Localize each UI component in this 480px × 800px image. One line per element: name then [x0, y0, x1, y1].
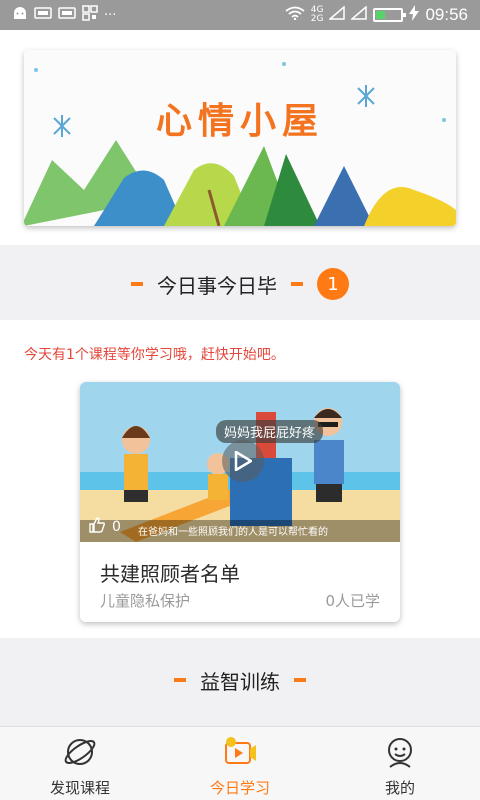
qr-icon	[82, 5, 98, 25]
face-icon	[383, 735, 417, 773]
sim-icon	[34, 7, 52, 23]
like-control[interactable]: 0	[88, 516, 121, 538]
wifi-icon	[285, 6, 305, 24]
section-title: 益智训练	[200, 669, 280, 694]
nav-label: 我的	[384, 779, 415, 797]
section-dash	[131, 282, 143, 286]
video-play-icon	[222, 735, 258, 773]
android-icon	[12, 6, 28, 24]
section-title: 今日事今日毕	[157, 273, 277, 298]
nav-item-today[interactable]: 今日学习	[160, 727, 320, 800]
course-category: 儿童隐私保护	[100, 592, 191, 610]
speech-bubble: 妈妈我屁屁好疼	[216, 420, 324, 443]
banner-section: 心情小屋	[0, 30, 480, 245]
nav-label: 今日学习	[209, 779, 270, 797]
notice-text: 今天有1个课程等你学习哦，赶快开始吧。	[24, 347, 285, 363]
course-title: 共建照顾者名单	[100, 562, 240, 586]
status-time: 09:56	[425, 5, 468, 24]
sim-icon	[58, 7, 76, 23]
video-caption: 在爸妈和一些照顾我们的人是可以帮忙看的	[138, 527, 328, 538]
signal-icon	[328, 5, 346, 24]
learner-count: 0人已学	[325, 592, 380, 610]
banner-title: 心情小屋	[155, 100, 324, 142]
nav-label: 发现课程	[49, 779, 110, 797]
today-content: 今天有1个课程等你学习哦，赶快开始吧。 妈妈我屁屁好疼 0 在爸妈和一些照顾我们…	[0, 320, 480, 638]
section-header-today: 今日事今日毕 1	[0, 264, 480, 304]
battery-icon	[373, 8, 407, 22]
section-dash	[291, 282, 303, 286]
nav-item-mine[interactable]: 我的	[320, 727, 480, 800]
charging-icon	[409, 5, 420, 25]
nav-item-discover[interactable]: 发现课程	[0, 727, 160, 800]
section-header-training: 益智训练	[0, 660, 480, 700]
network-bottom: 2G	[310, 14, 324, 24]
play-icon[interactable]	[222, 440, 264, 482]
section-dash	[174, 678, 186, 682]
battery-level	[376, 11, 385, 19]
bottom-nav: 发现课程 今日学习 我的	[0, 726, 480, 800]
count-badge: 1	[317, 268, 349, 300]
more-notifications-icon: ···	[104, 7, 117, 23]
network-type: 4G 2G	[311, 6, 324, 24]
course-card[interactable]: 妈妈我屁屁好疼 0 在爸妈和一些照顾我们的人是可以帮忙看的 共建照顾者名单 儿童…	[80, 382, 400, 622]
status-bar: ··· 4G 2G 09:56	[0, 0, 480, 30]
section-dash	[294, 678, 306, 682]
thumbs-up-icon	[88, 516, 106, 538]
signal-icon	[350, 5, 368, 24]
like-count: 0	[112, 519, 121, 535]
status-left-icons: ···	[12, 5, 116, 25]
course-video-thumbnail[interactable]: 妈妈我屁屁好疼 0 在爸妈和一些照顾我们的人是可以帮忙看的	[80, 382, 400, 542]
planet-icon	[63, 735, 97, 773]
banner-image[interactable]: 心情小屋	[24, 50, 456, 226]
